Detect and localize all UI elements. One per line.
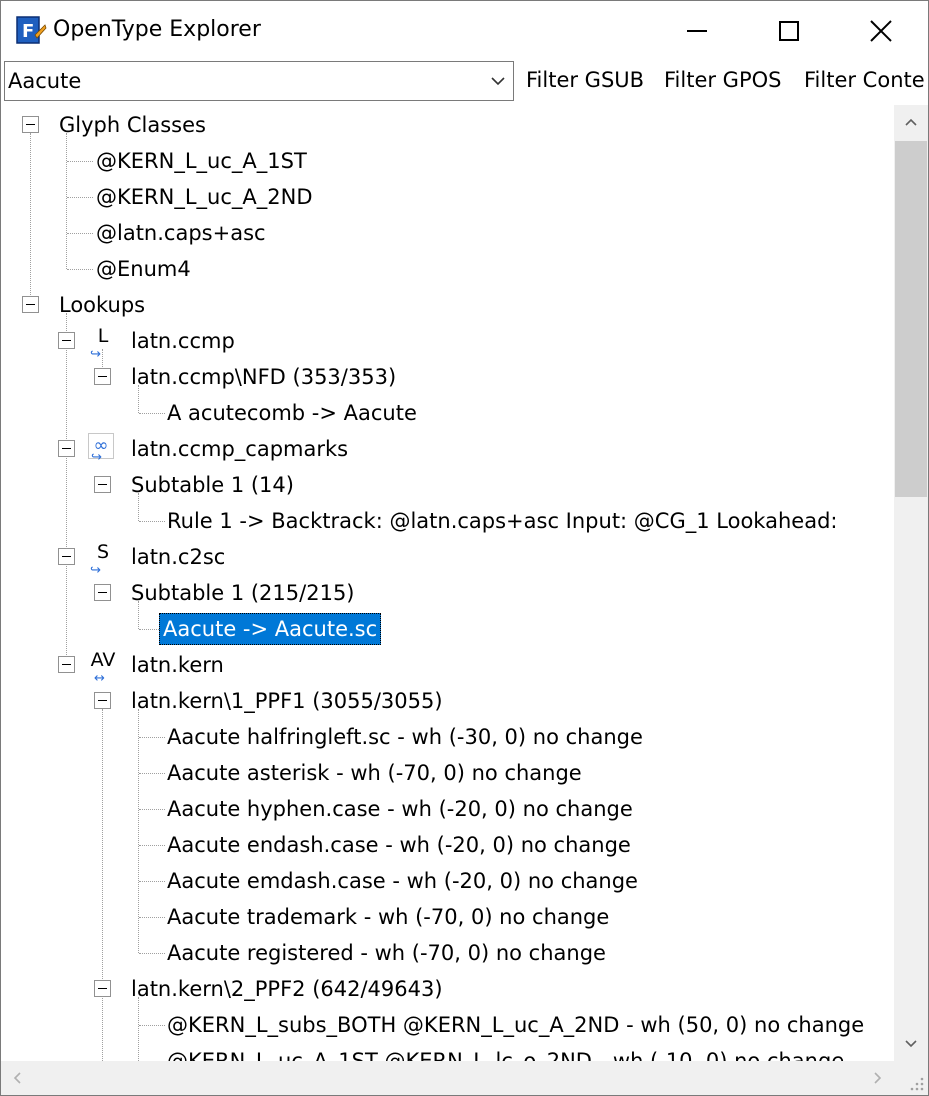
tree-node-rule[interactable]: Rule 1 -> Backtrack: @latn.caps+asc Inpu…: [163, 505, 841, 537]
tree-line: [139, 521, 165, 522]
tree-node-lookup-kern[interactable]: latn.kern: [127, 649, 228, 681]
resize-grip-icon: [910, 1077, 924, 1091]
tree-line: [139, 809, 165, 810]
tree-node-glyph-class[interactable]: @Enum4: [92, 253, 195, 285]
chain-context-lookup-icon: ∞ ↪: [88, 433, 114, 464]
filter-gpos-button[interactable]: Filter GPOS: [664, 68, 781, 92]
tree-node-glyph-classes[interactable]: Glyph Classes: [55, 109, 210, 141]
tree-node-glyph-class[interactable]: @latn.caps+asc: [92, 217, 270, 249]
vertical-scrollbar[interactable]: [894, 105, 928, 1061]
opentype-explorer-window: F OpenType Explorer Aacute Filter GSUB F…: [0, 0, 929, 1096]
collapse-toggle-ccmp[interactable]: [58, 332, 75, 349]
tree-line: [139, 413, 165, 414]
scroll-right-button[interactable]: [860, 1061, 894, 1095]
tree-line: [139, 917, 165, 918]
toolbar: Aacute Filter GSUB Filter GPOS Filter Co…: [1, 61, 928, 103]
tree-node-subtable[interactable]: latn.kern\1_PPF1 (3055/3055): [127, 685, 447, 717]
maximize-icon: [779, 21, 799, 41]
scroll-up-button[interactable]: [894, 105, 928, 139]
single-substitution-icon: S ↪: [90, 541, 110, 578]
collapse-toggle-kern-ppf2[interactable]: [94, 980, 111, 997]
tree-line: [139, 1025, 165, 1026]
window-title: OpenType Explorer: [53, 17, 261, 42]
tree-node-kern-pair[interactable]: Aacute asterisk - wh (-70, 0) no change: [163, 757, 586, 789]
collapse-toggle-c2sc-subtable[interactable]: [94, 584, 111, 601]
collapse-toggle-ccmp-capmarks[interactable]: [58, 440, 75, 457]
tree-line: [66, 133, 67, 269]
svg-text:F: F: [22, 21, 34, 42]
tree-node-lookup-ccmp-capmarks[interactable]: latn.ccmp_capmarks: [127, 433, 352, 465]
tree-node-kern-pair[interactable]: Aacute halfringleft.sc - wh (-30, 0) no …: [163, 721, 647, 753]
close-icon: [870, 20, 892, 42]
tree-node-glyph-class[interactable]: @KERN_L_uc_A_1ST: [92, 145, 311, 177]
resize-grip[interactable]: [894, 1061, 928, 1095]
collapse-toggle-kern-ppf1[interactable]: [94, 692, 111, 709]
title-bar[interactable]: F OpenType Explorer: [1, 1, 928, 61]
tree-line: [139, 845, 165, 846]
collapse-toggle-kern[interactable]: [58, 656, 75, 673]
chevron-right-icon: [874, 1072, 882, 1084]
close-button[interactable]: [835, 1, 927, 61]
scroll-left-button[interactable]: [1, 1061, 35, 1095]
scroll-down-button[interactable]: [894, 1027, 928, 1061]
glyph-select-value: Aacute: [8, 69, 82, 93]
tree-node-kern-pair[interactable]: @KERN_L_uc_A_1ST @KERN_L_lc_o_2ND - wh (…: [163, 1045, 848, 1061]
tree-node-kern-pair[interactable]: @KERN_L_subs_BOTH @KERN_L_uc_A_2ND - wh …: [163, 1009, 868, 1041]
filter-context-button[interactable]: Filter Conte: [804, 68, 925, 92]
tree-node-kern-pair[interactable]: Aacute registered - wh (-70, 0) no chang…: [163, 937, 610, 969]
filter-gsub-button[interactable]: Filter GSUB: [526, 68, 644, 92]
vertical-scroll-thumb[interactable]: [895, 141, 927, 497]
tree-node-lookups[interactable]: Lookups: [55, 289, 149, 321]
tree-line: [30, 133, 31, 305]
maximize-button[interactable]: [743, 1, 835, 61]
glyph-select[interactable]: Aacute: [4, 61, 514, 101]
lookup-tree[interactable]: Glyph Classes @KERN_L_uc_A_1ST @KERN_L_u…: [1, 105, 894, 1061]
tree-node-kern-pair[interactable]: Aacute endash.case - wh (-20, 0) no chan…: [163, 829, 635, 861]
tree-line: [139, 881, 165, 882]
tree-line: [66, 313, 67, 665]
minimize-button[interactable]: [651, 1, 743, 61]
tree-line: [139, 953, 165, 954]
tree-node-rule-selected[interactable]: Aacute -> Aacute.sc: [159, 613, 382, 645]
tree-node-lookup-ccmp[interactable]: latn.ccmp: [127, 325, 239, 357]
tree-node-kern-pair[interactable]: Aacute trademark - wh (-70, 0) no change: [163, 901, 613, 933]
tree-node-glyph-class[interactable]: @KERN_L_uc_A_2ND: [92, 181, 317, 213]
app-icon: F: [16, 16, 47, 44]
collapse-toggle-lookups[interactable]: [22, 296, 39, 313]
tree-line: [139, 629, 159, 630]
chevron-down-icon[interactable]: [489, 72, 507, 90]
ligature-lookup-icon: L ↪: [90, 325, 109, 362]
tree-line: [67, 233, 93, 234]
minimize-icon: [687, 30, 707, 32]
tree-node-kern-pair[interactable]: Aacute emdash.case - wh (-20, 0) no chan…: [163, 865, 642, 897]
horizontal-scrollbar[interactable]: [1, 1061, 894, 1095]
chevron-up-icon: [905, 118, 917, 126]
tree-node-subtable[interactable]: Subtable 1 (14): [127, 469, 298, 501]
chevron-left-icon: [13, 1072, 21, 1084]
tree-line: [139, 737, 165, 738]
tree-line: [67, 269, 93, 270]
tree-node-subtable[interactable]: latn.kern\2_PPF2 (642/49643): [127, 973, 447, 1005]
tree-line: [67, 161, 93, 162]
chevron-down-icon: [905, 1040, 917, 1048]
tree-line: [102, 709, 103, 1061]
tree-line: [138, 997, 139, 1061]
kerning-lookup-icon: AV ↔: [90, 649, 116, 686]
collapse-toggle-c2sc[interactable]: [58, 548, 75, 565]
tree-node-subtable[interactable]: latn.ccmp\NFD (353/353): [127, 361, 400, 393]
tree-line: [139, 773, 165, 774]
collapse-toggle-glyph-classes[interactable]: [22, 116, 39, 133]
tree-node-kern-pair[interactable]: Aacute hyphen.case - wh (-20, 0) no chan…: [163, 793, 637, 825]
collapse-toggle-ccmp-nfd[interactable]: [94, 368, 111, 385]
tree-node-rule[interactable]: A acutecomb -> Aacute: [163, 397, 421, 429]
tree-line: [67, 197, 93, 198]
collapse-toggle-capmarks-subtable[interactable]: [94, 476, 111, 493]
tree-node-lookup-c2sc[interactable]: latn.c2sc: [127, 541, 229, 573]
tree-node-subtable[interactable]: Subtable 1 (215/215): [127, 577, 359, 609]
